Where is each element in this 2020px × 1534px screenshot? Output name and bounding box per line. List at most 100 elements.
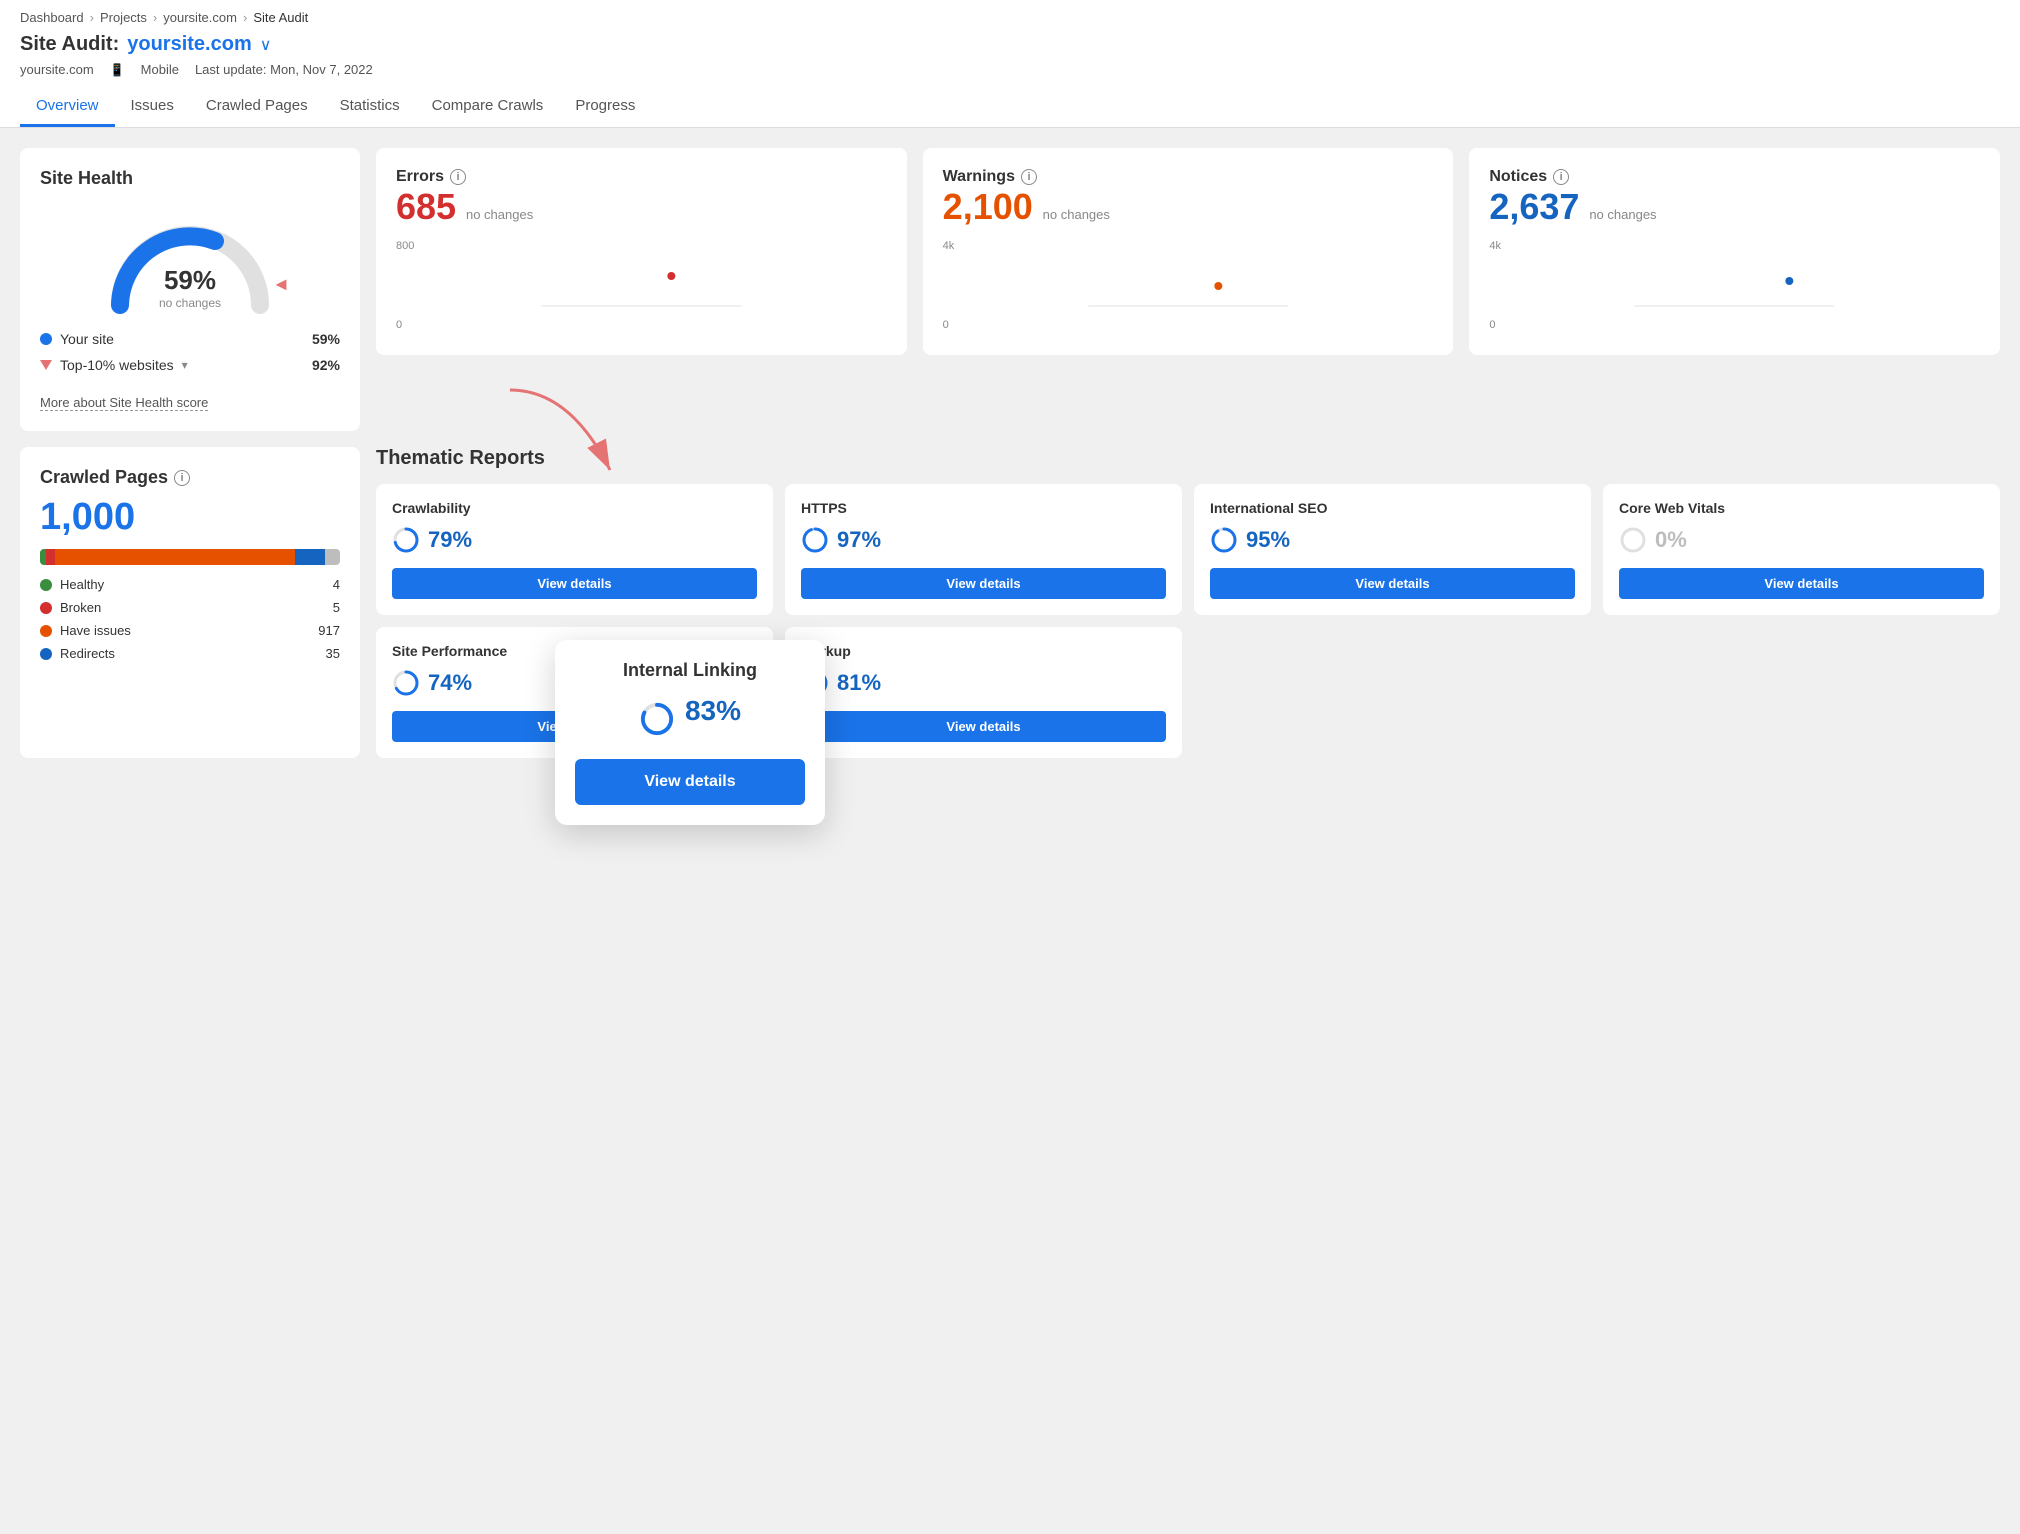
nav-tabs: Overview Issues Crawled Pages Statistics… [20, 87, 2000, 127]
cwv-view-details-btn[interactable]: View details [1619, 568, 1984, 599]
val-healthy: 4 [333, 577, 340, 592]
gauge-no-changes: no changes [159, 296, 221, 310]
metrics-area: Errors i 685 no changes 800 [376, 148, 2000, 431]
top10-dropdown[interactable]: ▾ [182, 358, 188, 372]
your-site-label: Your site [60, 331, 114, 347]
tab-progress[interactable]: Progress [559, 87, 651, 127]
tab-crawled-pages[interactable]: Crawled Pages [190, 87, 324, 127]
errors-card: Errors i 685 no changes 800 [376, 148, 907, 355]
notices-sparkline: 4k 0 [1489, 240, 1980, 331]
bar-broken [46, 549, 55, 565]
gauge-wrapper: 59% no changes ◄ [100, 205, 280, 315]
thematic-cwv-score: 0% [1619, 526, 1984, 554]
crawled-pages-card: Crawled Pages i 1,000 Healthy 4 [20, 447, 360, 758]
dot-broken [40, 602, 52, 614]
warnings-sparkline: 4k 0 [943, 240, 1434, 331]
tab-overview[interactable]: Overview [20, 87, 115, 127]
crawled-pages-bar [40, 549, 340, 565]
your-site-legend-item: Your site 59% [40, 331, 340, 347]
thematic-markup-score: 81% [801, 669, 1166, 697]
warnings-value: 2,100 [943, 186, 1033, 227]
intl-seo-pct: 95% [1246, 527, 1290, 553]
internal-linking-view-details-btn[interactable]: View details [575, 759, 805, 805]
notices-sparkline-svg [1489, 256, 1980, 316]
page-title: Site Audit: [20, 33, 119, 56]
thematic-https-title: HTTPS [801, 500, 1166, 516]
tab-issues[interactable]: Issues [115, 87, 190, 127]
site-health-title: Site Health [40, 168, 340, 189]
site-perf-circle-icon [392, 669, 420, 697]
internal-linking-popup: Internal Linking 83% View details [555, 640, 825, 825]
thematic-reports-title: Thematic Reports [376, 447, 2000, 470]
thematic-card-markup: Markup 81% View details [785, 627, 1182, 758]
warnings-card: Warnings i 2,100 no changes 4k [923, 148, 1454, 355]
legend-broken: Broken 5 [40, 600, 340, 615]
errors-info-icon[interactable]: i [450, 169, 466, 185]
breadcrumb-projects[interactable]: Projects [100, 10, 147, 25]
main-content: Site Health 59% no changes ◄ [0, 128, 2020, 778]
notices-value: 2,637 [1489, 186, 1579, 227]
errors-no-changes: no changes [466, 207, 533, 222]
top10-triangle [40, 360, 52, 370]
warnings-y-top: 4k [943, 240, 955, 252]
legend-healthy: Healthy 4 [40, 577, 340, 592]
popup-pct: 83% [685, 695, 741, 727]
page-title-row: Site Audit: yoursite.com ∨ [20, 33, 2000, 56]
thematic-intl-seo-score: 95% [1210, 526, 1575, 554]
notices-info-icon[interactable]: i [1553, 169, 1569, 185]
tab-statistics[interactable]: Statistics [324, 87, 416, 127]
top10-legend-left: Top-10% websites ▾ [40, 357, 188, 373]
breadcrumb-sep1: › [90, 10, 94, 25]
site-dropdown-arrow[interactable]: ∨ [260, 35, 272, 55]
cwv-pct: 0% [1655, 527, 1687, 553]
https-circle-icon [801, 526, 829, 554]
warnings-y-bottom: 0 [943, 319, 949, 331]
metrics-row: Errors i 685 no changes 800 [376, 148, 2000, 355]
notices-no-changes: no changes [1589, 207, 1656, 222]
meta-device: Mobile [141, 62, 179, 77]
crawled-pages-info-icon[interactable]: i [174, 470, 190, 486]
site-perf-pct: 74% [428, 670, 472, 696]
mobile-icon: 📱 [110, 63, 125, 77]
https-pct: 97% [837, 527, 881, 553]
notices-y-top: 4k [1489, 240, 1501, 252]
breadcrumb-sep3: › [243, 10, 247, 25]
breadcrumb-current: Site Audit [253, 10, 308, 25]
popup-title: Internal Linking [575, 660, 805, 681]
crawlability-view-details-btn[interactable]: View details [392, 568, 757, 599]
markup-view-details-btn[interactable]: View details [801, 711, 1166, 742]
warnings-sparkline-svg [943, 256, 1434, 316]
bar-redirects [295, 549, 325, 565]
dot-healthy [40, 579, 52, 591]
warnings-no-changes: no changes [1043, 207, 1110, 222]
label-have-issues: Have issues [60, 623, 131, 638]
markup-pct: 81% [837, 670, 881, 696]
cwv-circle-icon [1619, 526, 1647, 554]
val-broken: 5 [333, 600, 340, 615]
crawled-pages-legend: Healthy 4 Broken 5 Have issues [40, 577, 340, 661]
intl-seo-view-details-btn[interactable]: View details [1210, 568, 1575, 599]
breadcrumb-yoursite[interactable]: yoursite.com [163, 10, 237, 25]
gauge-arrow: ◄ [272, 274, 290, 295]
site-name[interactable]: yoursite.com [127, 33, 251, 56]
val-redirects: 35 [326, 646, 340, 661]
bar-other [325, 549, 340, 565]
https-view-details-btn[interactable]: View details [801, 568, 1166, 599]
bar-issues [55, 549, 295, 565]
errors-value-row: 685 no changes [396, 186, 887, 228]
crawlability-circle-icon [392, 526, 420, 554]
thematic-markup-title: Markup [801, 643, 1166, 659]
more-about-site-health-link[interactable]: More about Site Health score [40, 395, 208, 411]
gauge-container: 59% no changes ◄ [40, 205, 340, 315]
errors-y-top: 800 [396, 240, 414, 252]
your-site-val: 59% [312, 331, 340, 347]
popup-score: 83% [575, 695, 805, 743]
crawlability-pct: 79% [428, 527, 472, 553]
warnings-value-row: 2,100 no changes [943, 186, 1434, 228]
breadcrumb-dashboard[interactable]: Dashboard [20, 10, 84, 25]
thematic-card-core-web-vitals: Core Web Vitals 0% View details [1603, 484, 2000, 615]
tab-compare-crawls[interactable]: Compare Crawls [416, 87, 560, 127]
top10-val: 92% [312, 357, 340, 373]
notices-value-row: 2,637 no changes [1489, 186, 1980, 228]
warnings-info-icon[interactable]: i [1021, 169, 1037, 185]
